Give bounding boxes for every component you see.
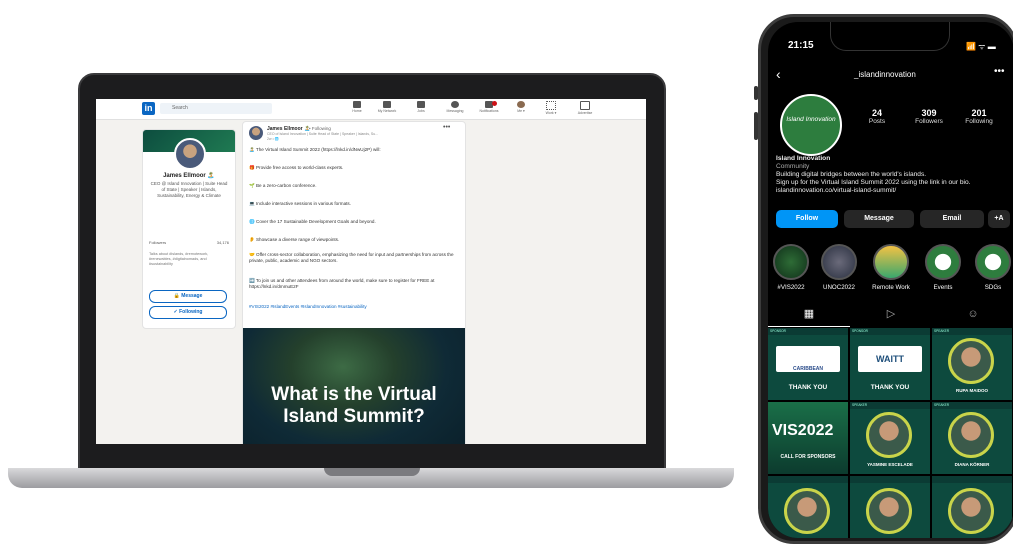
linkedin-navbar: in Search Home My Network Jobs Messaging… <box>96 99 646 120</box>
bio-line: Sign up for the Virtual Island Summit 20… <box>776 179 971 186</box>
tagged-tab-icon[interactable]: ☺ <box>932 304 1013 326</box>
message-button[interactable]: Message <box>844 210 914 228</box>
follow-button[interactable]: Follow <box>776 210 838 228</box>
phone-side-button <box>754 86 758 100</box>
add-user-icon[interactable]: +A <box>988 210 1010 228</box>
grid-icon <box>546 101 556 110</box>
post-line: 💻 Include interactive sessions in variou… <box>249 201 351 206</box>
nav-messaging[interactable]: Messaging <box>440 101 470 113</box>
nav-my-network[interactable]: My Network <box>372 101 402 113</box>
post-subtitle: CEO of Island Innovation | Suite Head of… <box>267 132 379 136</box>
stat-following[interactable]: 201 Following <box>956 108 1002 125</box>
feed-post: James Ellmoor 🏝️ • Following CEO of Isla… <box>242 121 466 444</box>
nav-jobs[interactable]: Jobs <box>406 101 436 113</box>
post-image-title: What is the Virtual Island Summit? <box>271 384 437 427</box>
grid-post[interactable]: SPONSOR WAITT THANK YOU <box>850 328 930 400</box>
message-button[interactable]: 🔒 Message <box>149 290 227 303</box>
more-options-icon[interactable]: ••• <box>443 124 450 131</box>
post-follow-state: • Following <box>309 126 331 131</box>
logo-text: Island Innovation <box>786 116 836 123</box>
more-icon[interactable]: ••• <box>994 66 1005 77</box>
reels-tab-icon[interactable]: ▷ <box>850 304 932 326</box>
post-line: ➡️ To join us and other attendees from a… <box>249 278 435 289</box>
post-time: 2w • 🌐 <box>267 137 280 141</box>
phone-side-button <box>754 112 758 140</box>
laptop-notch <box>324 468 420 476</box>
linkedin-logo-icon[interactable]: in <box>142 102 155 115</box>
post-image[interactable]: What is the Virtual Island Summit? <box>243 328 465 444</box>
avatar[interactable] <box>174 138 206 170</box>
home-icon <box>353 101 361 108</box>
profile-username: _islandinnovation <box>854 70 916 79</box>
laptop-screen: in Search Home My Network Jobs Messaging… <box>96 99 646 444</box>
phone-notch <box>830 22 950 51</box>
post-avatar[interactable] <box>249 126 263 140</box>
highlight-vis2022[interactable]: #VIS2022 <box>772 244 810 291</box>
email-button[interactable]: Email <box>920 210 984 228</box>
profile-name[interactable]: James Ellmoor 🏝️ <box>143 172 235 179</box>
bio-link[interactable]: islandinnovation.co/virtual-island-summi… <box>776 187 1013 195</box>
nav-me[interactable]: Me ▾ <box>506 101 536 113</box>
post-line: 🎁 Provide free access to world-class exp… <box>249 165 344 170</box>
briefcase-icon <box>417 101 425 108</box>
status-time: 21:15 <box>788 40 814 51</box>
search-input[interactable]: Search <box>160 103 272 114</box>
post-line: 🏝️ The Virtual Island Summit 2022 (https… <box>249 147 381 152</box>
grid-post[interactable]: SPEAKER YASMINE ESCELADE <box>850 402 930 474</box>
highlight-sdgs[interactable]: SDGs <box>974 244 1012 291</box>
nav-advertise[interactable]: Advertise <box>570 101 600 115</box>
profile-card: James Ellmoor 🏝️ CEO @ Island Innovation… <box>142 129 236 329</box>
message-icon <box>451 101 459 108</box>
followers-row[interactable]: Followers 34,176 <box>149 240 229 245</box>
following-button[interactable]: ✓ Following <box>149 306 227 319</box>
nav-home[interactable]: Home <box>342 101 372 113</box>
advertise-icon <box>580 101 590 110</box>
grid-tab-icon[interactable]: ▦ <box>768 304 850 327</box>
stat-followers[interactable]: 309 Followers <box>906 108 952 125</box>
highlight-unoc2022[interactable]: UNOC2022 <box>820 244 858 291</box>
post-line: 🤝 Offer cross-sector collaboration, emph… <box>249 252 454 263</box>
grid-post[interactable]: SPEAKER RUPA MAIDOO <box>932 328 1012 400</box>
post-hashtags[interactable]: #VIS2022 #IslandEvents #IslandInnovation… <box>249 304 459 310</box>
highlight-events[interactable]: Events <box>924 244 962 291</box>
talks-about: Talks about #islands, #remotework, #rene… <box>149 252 209 266</box>
status-icons: 📶 ᯤ ▬ <box>966 42 996 51</box>
network-icon <box>383 101 391 108</box>
profile-tabs: ▦ ▷ ☺ <box>768 304 1013 327</box>
post-line: 🌐 Cover the 17 Sustainable Development G… <box>249 219 376 224</box>
bio-name: Island Innovation <box>776 155 831 162</box>
post-line: 👂 Showcase a diverse range of viewpoints… <box>249 237 340 242</box>
profile-headline: CEO @ Island Innovation | Suite Head of … <box>150 181 228 198</box>
nav-work[interactable]: Work ▾ <box>536 101 566 115</box>
bio-line: Building digital bridges between the wor… <box>776 171 927 178</box>
grid-post[interactable]: SPEAKER DIANA KÖRNER <box>932 402 1012 474</box>
notification-badge <box>492 101 497 106</box>
grid-post[interactable]: VIS2022 CALL FOR SPONSORS <box>768 402 848 474</box>
highlight-remote-work[interactable]: Remote Work <box>872 244 910 291</box>
grid-post[interactable] <box>768 476 848 538</box>
post-line: 🌱 Be a zero-carbon conference. <box>249 183 317 188</box>
profile-logo[interactable]: Island Innovation <box>780 94 842 156</box>
stat-posts[interactable]: 24 Posts <box>854 108 900 125</box>
grid-post[interactable]: SPONSOR CARIBBEAN THANK YOU <box>768 328 848 400</box>
avatar-icon <box>517 101 525 108</box>
grid-post[interactable] <box>932 476 1012 538</box>
nav-notifications[interactable]: Notifications <box>474 101 504 113</box>
grid-post[interactable] <box>850 476 930 538</box>
back-icon[interactable]: ‹ <box>776 66 781 82</box>
phone-screen: 21:15 📶 ᯤ ▬ ‹ _islandinnovation ••• Isla… <box>768 22 1013 538</box>
bio-category: Community <box>776 163 810 170</box>
